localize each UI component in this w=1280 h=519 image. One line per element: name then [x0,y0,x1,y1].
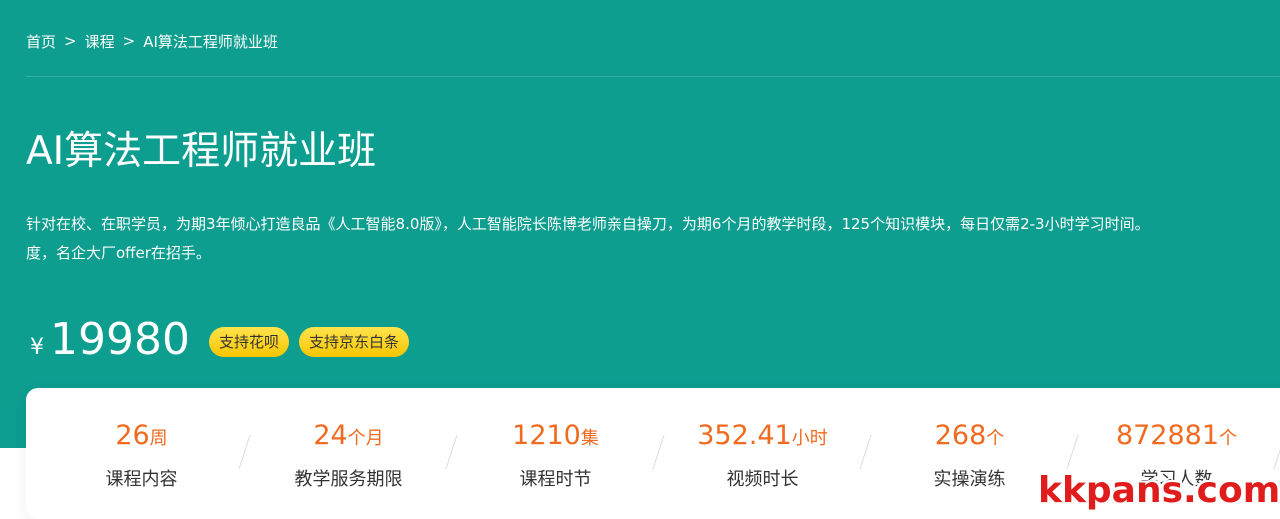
stat-number: 24 [313,420,348,451]
stat-number: 1210 [512,420,581,451]
hero-divider [26,76,1280,77]
stat-lessons: 1210 集 课程时节 [452,388,659,519]
stat-number: 26 [115,420,150,451]
stat-unit: 周 [149,428,168,449]
jd-baitiao-badge: 支持京东白条 [299,327,410,357]
huabei-badge: 支持花呗 [209,327,290,357]
stat-label: 实操演练 [933,469,1006,490]
breadcrumb-separator: > [64,32,77,50]
stat-unit: 个 [986,428,1005,449]
stat-value: 24 个月 [313,420,383,451]
page-title: AI算法工程师就业班 [26,129,377,174]
stat-label: 课程内容 [105,469,178,490]
breadcrumb-current: AI算法工程师就业班 [143,32,278,51]
stat-unit: 个 [1219,428,1238,449]
breadcrumb-courses-link[interactable]: 课程 [85,31,115,52]
breadcrumb-home-link[interactable]: 首页 [26,31,56,52]
site-watermark: kkpans.com [1038,470,1280,511]
course-description: 针对在校、在职学员，为期3年倾心打造良品《人工智能8.0版》，人工智能院长陈博老… [26,210,1280,268]
breadcrumb: 首页 > 课程 > AI算法工程师就业班 [26,30,278,52]
stat-value: 872881 个 [1116,420,1237,451]
stat-service-period: 24 个月 教学服务期限 [245,388,452,519]
stat-course-content: 26 周 课程内容 [38,388,245,519]
stat-value: 1210 集 [512,420,599,451]
stat-unit: 集 [580,428,599,449]
stat-number: 872881 [1115,420,1220,451]
currency-symbol: ¥ [30,335,44,360]
breadcrumb-separator: > [122,32,136,50]
stat-number: 352.41 [697,420,792,451]
stat-unit: 个月 [347,428,384,449]
stat-video-duration: 352.41 小时 视频时长 [659,388,866,519]
stat-divider [1274,434,1280,470]
description-line-2: 度，名企大厂offer在招手。 [26,244,211,262]
stat-unit: 小时 [791,428,828,449]
stat-value: 26 周 [115,420,167,451]
stat-label: 课程时节 [519,469,592,490]
stat-value: 268 个 [935,420,1005,451]
payment-badges: 支持花呗 支持京东白条 [209,327,410,357]
stat-label: 教学服务期限 [294,469,403,490]
description-line-1: 针对在校、在职学员，为期3年倾心打造良品《人工智能8.0版》，人工智能院长陈博老… [26,215,1150,233]
price-amount: 19980 [50,314,190,365]
stat-number: 268 [934,420,987,451]
stat-value: 352.41 小时 [697,420,827,451]
course-price: ¥ 19980 [30,314,190,370]
course-hero: 首页 > 课程 > AI算法工程师就业班 AI算法工程师就业班 针对在校、在职学… [0,0,1280,448]
stat-label: 视频时长 [726,469,799,490]
